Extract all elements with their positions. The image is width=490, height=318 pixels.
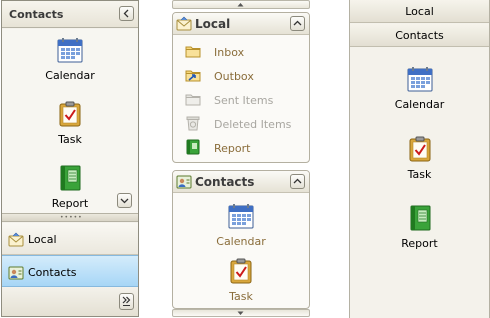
- arrow-up-icon: [237, 3, 244, 7]
- envelope-icon: [176, 16, 192, 32]
- group-box-contacts: Contacts Calendar Task: [172, 170, 310, 309]
- calendar-icon: [57, 37, 83, 63]
- list-item-label: Outbox: [214, 70, 254, 83]
- list-item-label: Inbox: [214, 46, 245, 59]
- tab-group-pane: Local Contacts Calendar Task Report: [349, 0, 490, 318]
- envelope-icon: [8, 232, 24, 248]
- group-box-header[interactable]: Local: [173, 13, 309, 35]
- list-item-label: Deleted Items: [214, 118, 292, 131]
- report-icon: [57, 165, 83, 191]
- nav-item-label: Calendar: [45, 69, 95, 82]
- tab-local[interactable]: Local: [350, 0, 489, 23]
- pane-item-label: Task: [407, 168, 432, 181]
- report-icon: [185, 139, 201, 155]
- calendar-icon: [228, 203, 254, 229]
- group-item-label: Task: [229, 290, 253, 303]
- arrow-down-icon: [237, 311, 244, 315]
- collapse-group-button[interactable]: [290, 16, 305, 31]
- collapse-group-button[interactable]: [290, 174, 305, 189]
- scroll-down-button[interactable]: [117, 193, 132, 208]
- task-icon: [57, 101, 83, 127]
- nav-item-task[interactable]: Task: [2, 101, 138, 146]
- pane-item-label: Calendar: [394, 98, 445, 111]
- pane-header: Contacts: [2, 1, 138, 28]
- task-icon: [228, 258, 254, 284]
- splitter-grip-icon: •••••: [60, 214, 83, 221]
- scroll-down-button[interactable]: [172, 309, 310, 317]
- pane-header-title: Contacts: [9, 8, 64, 21]
- pane-item-report[interactable]: Report: [350, 205, 489, 250]
- chevron-down-icon: [120, 198, 129, 204]
- pane-splitter[interactable]: •••••: [2, 213, 138, 222]
- outbox-folder-icon: [185, 67, 201, 83]
- pane-item-task[interactable]: Task: [350, 136, 489, 181]
- nav-item-calendar[interactable]: Calendar: [2, 37, 138, 82]
- pane-content: Calendar Task Report: [2, 29, 138, 213]
- sent-items-folder-icon: [185, 91, 201, 107]
- group-box-local: Local Inbox Outbox Sent Items Deleted It…: [172, 12, 310, 163]
- group-button-label: Local: [28, 233, 57, 246]
- chevron-up-icon: [293, 20, 302, 26]
- group-button-local[interactable]: Local: [2, 223, 138, 255]
- collapse-pane-button[interactable]: [119, 6, 134, 21]
- report-icon: [407, 205, 433, 231]
- inbox-folder-icon: [185, 43, 201, 59]
- pane-footer: [2, 288, 138, 316]
- chevron-up-icon: [293, 178, 302, 184]
- group-box-title: Local: [195, 17, 231, 31]
- contacts-card-icon: [176, 174, 192, 190]
- task-icon: [407, 136, 433, 162]
- tab-contacts[interactable]: Contacts: [350, 24, 489, 47]
- nav-item-label: Task: [58, 133, 82, 146]
- list-item-label: Sent Items: [214, 94, 274, 107]
- contacts-card-icon: [8, 265, 24, 281]
- group-box-title: Contacts: [195, 175, 255, 189]
- group-button-contacts[interactable]: Contacts: [2, 255, 138, 287]
- scroll-up-button[interactable]: [172, 0, 310, 9]
- recycle-bin-icon: [185, 115, 201, 131]
- double-chevron-right-icon: [122, 296, 131, 306]
- pane-item-calendar[interactable]: Calendar: [350, 66, 489, 111]
- configure-buttons-button[interactable]: [119, 293, 134, 310]
- list-item-label: Report: [214, 142, 251, 155]
- group-button-label: Contacts: [28, 266, 77, 279]
- navigation-pane: Contacts Calendar Task Report ••••• Loca…: [1, 0, 139, 317]
- group-box-header[interactable]: Contacts: [173, 171, 309, 193]
- chevron-left-icon: [123, 9, 129, 18]
- calendar-icon: [407, 66, 433, 92]
- group-item-task[interactable]: Task: [173, 258, 309, 303]
- group-item-calendar[interactable]: Calendar: [173, 203, 309, 248]
- group-item-label: Calendar: [216, 235, 266, 248]
- pane-item-label: Report: [401, 237, 438, 250]
